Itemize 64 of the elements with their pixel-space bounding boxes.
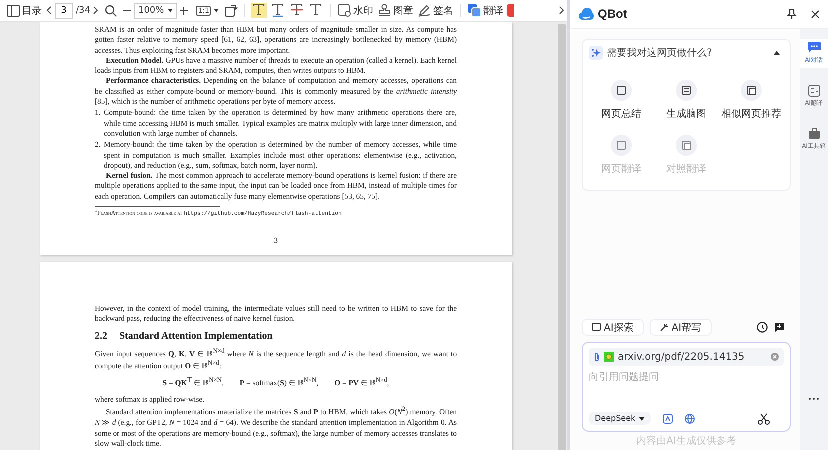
pen-icon [418, 4, 432, 17]
text-highlight-tool[interactable] [251, 3, 268, 18]
sparkle-icon [589, 46, 603, 60]
text-underline-tool[interactable] [270, 3, 286, 18]
text-underline-icon [272, 4, 284, 17]
write-chip[interactable]: AI帮写 [650, 319, 712, 336]
caret-icon[interactable] [214, 8, 220, 12]
next-page-icon[interactable] [93, 6, 100, 15]
scissors-icon[interactable] [758, 412, 770, 424]
zoom-in-icon[interactable] [180, 6, 188, 14]
ai-icon[interactable] [662, 414, 673, 424]
more-tools-icon[interactable] [559, 6, 565, 15]
translate-button[interactable]: 翻译 [467, 4, 504, 18]
text-strikethrough-icon [291, 4, 304, 17]
caret-icon [168, 8, 174, 12]
zoom-dropdown[interactable]: 100% [134, 2, 178, 18]
model-dropdown[interactable]: DeepSeek [589, 412, 651, 425]
toc-button[interactable]: 目录 [6, 4, 43, 18]
stamp-icon [378, 4, 392, 17]
mindmap-icon [676, 80, 697, 101]
close-icon[interactable] [811, 10, 820, 18]
watermark-icon [338, 4, 352, 17]
explore-chip[interactable]: AI探索 [582, 319, 644, 336]
mindmap-action[interactable]: 生成脑图 [654, 80, 719, 121]
paperclip-icon[interactable] [594, 352, 600, 362]
toolbox-icon [808, 128, 820, 140]
app-icon[interactable] [507, 4, 514, 17]
clear-icon[interactable] [771, 353, 779, 361]
document-icon [611, 80, 632, 101]
logo-icon [579, 8, 594, 20]
wand-icon [660, 323, 669, 332]
history-icon[interactable] [757, 322, 768, 333]
disclaimer-text: 内容由AI生成仅供参考 [636, 434, 738, 449]
document-action[interactable]: 网页总结 [589, 80, 654, 121]
rotate-icon[interactable] [225, 4, 238, 17]
globe-icon[interactable] [684, 414, 695, 424]
pages-action[interactable]: 相似网页推荐 [719, 80, 784, 121]
sidebar-icon [7, 4, 20, 16]
prompt-title: 需要我对这网页做什么? [607, 46, 714, 60]
chat-icon [808, 42, 820, 54]
page-total: /34 [76, 6, 90, 16]
section-heading: Standard Attention Implementation [120, 330, 273, 343]
new-chat-icon[interactable] [774, 322, 785, 333]
text-tool[interactable] [308, 3, 324, 18]
compare-icon [676, 135, 697, 156]
pages-icon [741, 80, 762, 101]
pen-button[interactable]: 签名 [417, 4, 454, 18]
text-highlight-icon [253, 4, 266, 17]
previous-page-icon[interactable] [46, 6, 52, 15]
caret-icon [638, 416, 645, 420]
scrollbar-thumb[interactable] [558, 24, 566, 450]
attachment-url: arxiv.org/pdf/2205.14135 [618, 352, 746, 362]
window-icon [592, 323, 601, 332]
watermark-button[interactable]: 水印 [337, 4, 374, 18]
page-number-field[interactable]: 3 [55, 2, 73, 18]
stamp-button[interactable]: 图章 [377, 4, 414, 18]
text-icon [310, 4, 322, 17]
app-title: QBot [598, 7, 628, 21]
section-number: 2.2 [95, 330, 108, 343]
text-strikethrough-tool[interactable] [289, 3, 306, 18]
site-icon [604, 352, 614, 362]
pin-icon[interactable] [787, 8, 797, 20]
search-icon[interactable] [105, 4, 118, 16]
collapse-icon[interactable] [774, 51, 780, 55]
